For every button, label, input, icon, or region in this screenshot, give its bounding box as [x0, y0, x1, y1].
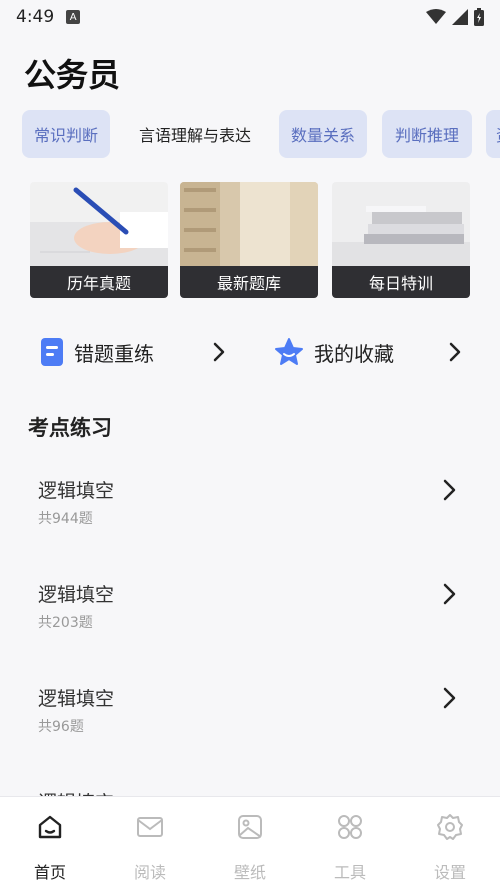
card-label: 历年真题	[30, 266, 168, 298]
tab-quantity[interactable]: 数量关系	[279, 110, 367, 158]
tab-verbal[interactable]: 言语理解与表达	[128, 110, 262, 158]
tab-label: 常识判断	[33, 126, 98, 145]
nav-tools[interactable]: 工具	[300, 797, 400, 888]
feature-cards: 历年真题 最新题库 每日特训	[30, 182, 470, 298]
card-latest-bank[interactable]: 最新题库	[180, 182, 318, 298]
practice-title: 逻辑填空	[38, 584, 115, 606]
tab-label: 数量关系	[290, 126, 355, 145]
quick-label: 错题重练	[74, 341, 154, 366]
chevron-right-icon	[213, 342, 225, 362]
document-icon	[41, 338, 63, 366]
page-title: 公务员	[24, 56, 121, 94]
nav-reading[interactable]: 阅读	[100, 797, 200, 888]
quick-label: 我的收藏	[314, 341, 394, 366]
image-icon	[238, 815, 262, 839]
category-tabs: 常识判断 言语理解与表达 数量关系 判断推理 资	[0, 110, 500, 158]
status-time: 4:49	[16, 7, 55, 27]
battery-icon	[474, 8, 484, 26]
notification-a-icon: A	[66, 10, 81, 24]
status-bar: 4:49 A	[0, 0, 500, 34]
wifi-icon	[426, 9, 446, 24]
nav-label: 设置	[433, 863, 466, 882]
nav-label: 首页	[33, 863, 66, 882]
bottom-nav: 首页 阅读 壁纸 工具 设置	[0, 796, 500, 888]
card-past-papers[interactable]: 历年真题	[30, 182, 168, 298]
library-photo	[180, 182, 318, 266]
tab-label: 资	[496, 122, 500, 146]
nav-label: 工具	[333, 863, 366, 882]
tab-data[interactable]: 资	[486, 110, 500, 158]
tab-label: 判断推理	[394, 126, 459, 145]
nav-home[interactable]: 首页	[0, 797, 100, 888]
favorites-button[interactable]: 我的收藏	[274, 332, 474, 372]
tab-label: 言语理解与表达	[138, 126, 251, 145]
signal-icon	[452, 9, 468, 25]
mail-icon	[137, 817, 163, 837]
chevron-right-icon	[449, 342, 461, 362]
books-photo	[332, 182, 470, 266]
hand-writing-photo	[30, 182, 168, 266]
card-label: 最新题库	[180, 266, 318, 298]
home-icon	[38, 815, 62, 839]
nav-label: 壁纸	[233, 863, 266, 882]
practice-item[interactable]: 逻辑填空 共96题	[0, 684, 500, 764]
practice-item[interactable]: 逻辑填空 共203题	[0, 580, 500, 660]
grid-icon	[338, 815, 362, 839]
practice-count: 共944题	[38, 511, 93, 527]
nav-settings[interactable]: 设置	[400, 797, 500, 888]
chevron-right-icon	[443, 479, 456, 501]
practice-count: 共96题	[38, 719, 84, 735]
card-daily-training[interactable]: 每日特训	[332, 182, 470, 298]
quick-actions: 错题重练 我的收藏	[0, 332, 500, 372]
practice-title: 逻辑填空	[38, 688, 115, 710]
practice-count: 共203题	[38, 615, 93, 631]
tab-common-sense[interactable]: 常识判断	[22, 110, 110, 158]
chevron-right-icon	[443, 687, 456, 709]
wrong-questions-button[interactable]: 错题重练	[40, 332, 240, 372]
section-title: 考点练习	[28, 416, 112, 440]
card-label: 每日特训	[332, 266, 470, 298]
practice-title: 逻辑填空	[38, 480, 115, 502]
tab-reasoning[interactable]: 判断推理	[382, 110, 472, 158]
chevron-right-icon	[443, 583, 456, 605]
status-icons	[426, 8, 484, 26]
gear-icon	[437, 814, 463, 840]
practice-item[interactable]: 逻辑填空 共944题	[0, 476, 500, 556]
nav-wallpaper[interactable]: 壁纸	[200, 797, 300, 888]
star-icon	[275, 338, 303, 365]
nav-label: 阅读	[133, 863, 166, 882]
